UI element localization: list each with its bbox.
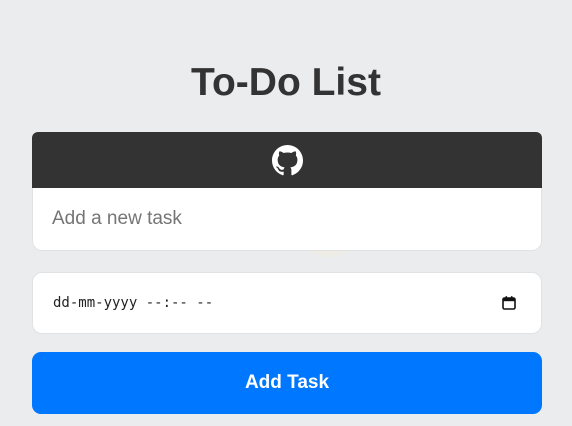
add-task-button[interactable]: Add Task <box>32 352 542 414</box>
calendar-icon[interactable] <box>501 295 521 311</box>
datetime-display: dd-mm-yyyy --:-- -- <box>53 295 214 311</box>
github-icon <box>271 144 303 176</box>
page-title: To-Do List <box>191 61 381 104</box>
github-link[interactable] <box>32 132 542 188</box>
datetime-input[interactable]: dd-mm-yyyy --:-- -- <box>32 272 542 334</box>
todo-app: To-Do List dd-mm-yyyy --:-- -- Add Task <box>0 0 572 426</box>
task-input[interactable] <box>32 188 542 251</box>
